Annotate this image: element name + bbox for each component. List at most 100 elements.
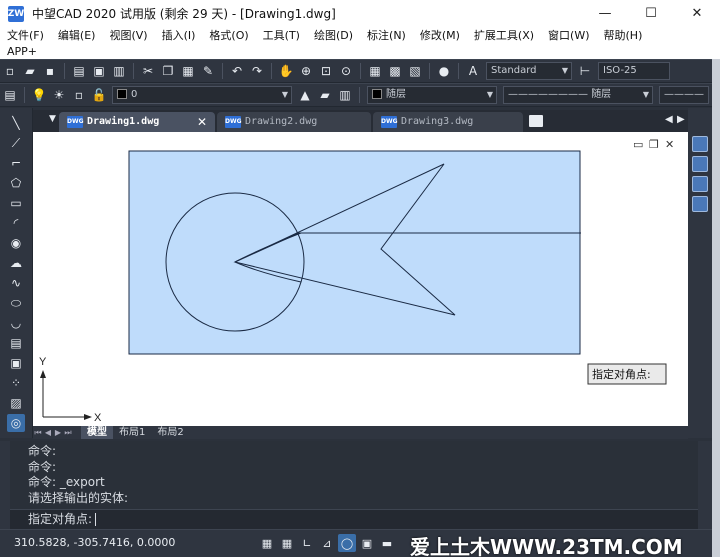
menu-view[interactable]: 视图(V) [102,28,154,44]
design-center-icon[interactable]: ▩ [386,62,404,80]
tab-layout2[interactable]: 布局2 [151,426,189,439]
close-button[interactable]: ✕ [674,0,720,27]
rectangle-icon[interactable]: ▭ [7,194,25,212]
tab-menu-chevron-icon[interactable]: ▼ [49,114,56,124]
drawing-canvas[interactable]: ▭ ❐ ✕ Y X 指定对角点: [33,132,688,426]
tab-layout1[interactable]: 布局1 [113,426,151,439]
viewport-close-icon[interactable]: ✕ [665,138,674,151]
layer-freeze-icon[interactable]: ☀ [50,86,68,104]
layer-manager-icon[interactable]: ▤ [1,86,19,104]
help-icon[interactable]: ● [435,62,453,80]
text-style-select[interactable]: Standard ▼ [486,62,572,80]
undo-icon[interactable]: ↶ [228,62,246,80]
menu-draw[interactable]: 绘图(D) [307,28,360,44]
menu-extensions[interactable]: 扩展工具(X) [467,28,541,44]
make-current-layer-icon[interactable]: ▲ [296,86,314,104]
zoom-realtime-icon[interactable]: ⊕ [297,62,315,80]
polar-icon[interactable]: ⊿ [318,534,336,552]
dim-style-icon[interactable]: ⊢ [576,62,594,80]
tab-drawing3[interactable]: DWG Drawing3.dwg [373,112,523,132]
command-scrollbar[interactable] [698,441,712,529]
lineweight-select[interactable]: ———— 随层 [659,86,709,104]
command-input[interactable]: 指定对角点: [10,509,698,529]
viewport-restore-icon[interactable]: ❐ [649,138,659,151]
color-select[interactable]: 随层 ▼ [367,86,497,104]
polygon-icon[interactable]: ⬠ [7,174,25,192]
ellipse-icon[interactable]: ⬭ [7,294,25,312]
tab-scroll-right-icon[interactable]: ▶ [677,114,685,125]
revision-cloud-icon[interactable]: ☁ [7,254,25,272]
menu-format[interactable]: 格式(O) [202,28,255,44]
linetype-select[interactable]: ———————— 随层 ▼ [503,86,653,104]
layout-last-icon[interactable]: ⏭ [63,428,73,438]
command-window-grip[interactable] [0,441,10,529]
spline-icon[interactable]: ∿ [7,274,25,292]
cut-icon[interactable]: ✂ [139,62,157,80]
properties-icon[interactable]: ▦ [366,62,384,80]
plot-icon[interactable]: ▥ [110,62,128,80]
menu-tools[interactable]: 工具(T) [256,28,307,44]
paste-icon[interactable]: ▦ [179,62,197,80]
tab-model[interactable]: 模型 [81,426,113,439]
layout-first-icon[interactable]: ⏮ [33,428,43,438]
dim-style-select[interactable]: ISO-25 [598,62,670,80]
minimize-button[interactable]: — [582,0,628,27]
pan-icon[interactable]: ✋ [277,62,295,80]
layout-next-icon[interactable]: ▶ [53,428,63,437]
tab-drawing1[interactable]: DWG Drawing1.dwg ✕ [59,112,215,132]
menu-file[interactable]: 文件(F) [0,28,51,44]
save-icon[interactable]: ▪ [41,62,59,80]
tool-palette-icon[interactable]: ▧ [406,62,424,80]
zoom-window-icon[interactable]: ⊡ [317,62,335,80]
layers-panel-icon[interactable] [692,156,708,172]
viewport-minimize-icon[interactable]: ▭ [633,138,643,151]
insert-block-icon[interactable]: ▤ [7,334,25,352]
layout-prev-icon[interactable]: ◀ [43,428,53,437]
region-icon[interactable]: ◎ [7,414,25,432]
match-properties-icon[interactable]: ✎ [199,62,217,80]
menu-insert[interactable]: 插入(I) [155,28,203,44]
print-icon[interactable]: ▤ [70,62,88,80]
menu-dimension[interactable]: 标注(N) [360,28,413,44]
circle-icon[interactable]: ◉ [7,234,25,252]
menu-edit[interactable]: 编辑(E) [51,28,103,44]
ellipse-arc-icon[interactable]: ◡ [7,314,25,332]
otrack-icon[interactable]: ▣ [358,534,376,552]
tab-scroll-left-icon[interactable]: ◀ [665,114,673,125]
polyline-icon[interactable]: ⌐ [7,154,25,172]
new-file-icon[interactable]: ▫ [1,62,19,80]
copy-icon[interactable]: ❐ [159,62,177,80]
maximize-button[interactable]: ☐ [628,0,674,27]
new-tab-button[interactable] [529,115,543,127]
snap-icon[interactable]: ▦ [258,534,276,552]
point-icon[interactable]: ⁘ [7,374,25,392]
close-icon[interactable]: ✕ [197,112,207,132]
layer-select[interactable]: 0 ▼ [112,86,292,104]
construction-line-icon[interactable]: ⟋ [7,134,25,152]
print-preview-icon[interactable]: ▣ [90,62,108,80]
layer-viewport-icon[interactable]: ▫ [70,86,88,104]
line-icon[interactable]: ╲ [7,114,25,132]
layer-lock-icon[interactable]: 🔓 [90,86,108,104]
menu-help[interactable]: 帮助(H) [597,28,650,44]
open-folder-icon[interactable]: ▰ [21,62,39,80]
arc-icon[interactable]: ◜ [7,214,25,232]
ortho-icon[interactable]: ∟ [298,534,316,552]
layer-previous-icon[interactable]: ▰ [316,86,334,104]
zoom-previous-icon[interactable]: ⊙ [337,62,355,80]
menu-app-plus[interactable]: APP+ [0,44,44,60]
make-block-icon[interactable]: ▣ [7,354,25,372]
tools-panel-icon[interactable] [692,196,708,212]
tab-drawing2[interactable]: DWG Drawing2.dwg [217,112,371,132]
osnap-icon[interactable]: ◯ [338,534,356,552]
menu-modify[interactable]: 修改(M) [413,28,467,44]
lineweight-toggle-icon[interactable]: ▬ [378,534,396,552]
grid-icon[interactable]: ▦ [278,534,296,552]
layer-states-icon[interactable]: ▥ [336,86,354,104]
hatch-icon[interactable]: ▨ [7,394,25,412]
properties-panel-icon[interactable] [692,136,708,152]
text-style-icon[interactable]: A [464,62,482,80]
menu-window[interactable]: 窗口(W) [541,28,596,44]
redo-icon[interactable]: ↷ [248,62,266,80]
blocks-panel-icon[interactable] [692,176,708,192]
